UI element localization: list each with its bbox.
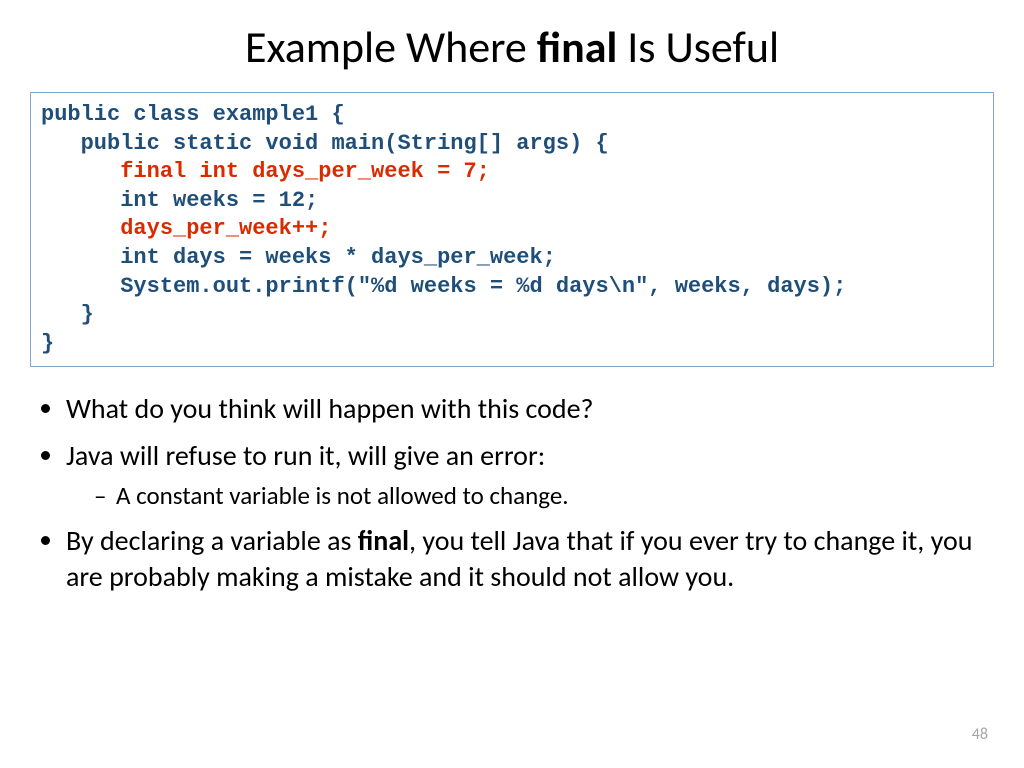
code-line-7: System.out.printf("%d weeks = %d days\n"… — [41, 274, 846, 299]
bullet-3-pre: By declaring a variable as — [66, 523, 358, 558]
bullet-list: What do you think will happen with this … — [30, 391, 994, 595]
bullet-2-text: Java will refuse to run it, will give an… — [66, 438, 545, 473]
code-line-9: } — [41, 331, 54, 356]
code-line-2: public static void main(String[] args) { — [41, 131, 609, 156]
bullet-3-bold: final — [358, 523, 409, 558]
code-line-3: final int days_per_week = 7; — [41, 159, 490, 184]
sub-list: A constant variable is not allowed to ch… — [66, 480, 994, 513]
code-line-5: days_per_week++; — [41, 216, 331, 241]
code-line-4: int weeks = 12; — [41, 188, 318, 213]
bullet-3: By declaring a variable as final, you te… — [66, 523, 994, 596]
code-line-1: public class example1 { — [41, 102, 345, 127]
code-line-6: int days = weeks * days_per_week; — [41, 245, 556, 270]
title-bold: final — [537, 20, 618, 74]
bullet-1: What do you think will happen with this … — [66, 391, 994, 427]
bullet-2-sub: A constant variable is not allowed to ch… — [94, 480, 994, 513]
bullet-2: Java will refuse to run it, will give an… — [66, 438, 994, 513]
code-line-8: } — [41, 302, 94, 327]
slide-title: Example Where final Is Useful — [30, 20, 994, 74]
title-post: Is Useful — [617, 20, 779, 74]
title-pre: Example Where — [245, 20, 537, 74]
code-block: public class example1 { public static vo… — [30, 92, 994, 367]
page-number: 48 — [972, 725, 988, 744]
